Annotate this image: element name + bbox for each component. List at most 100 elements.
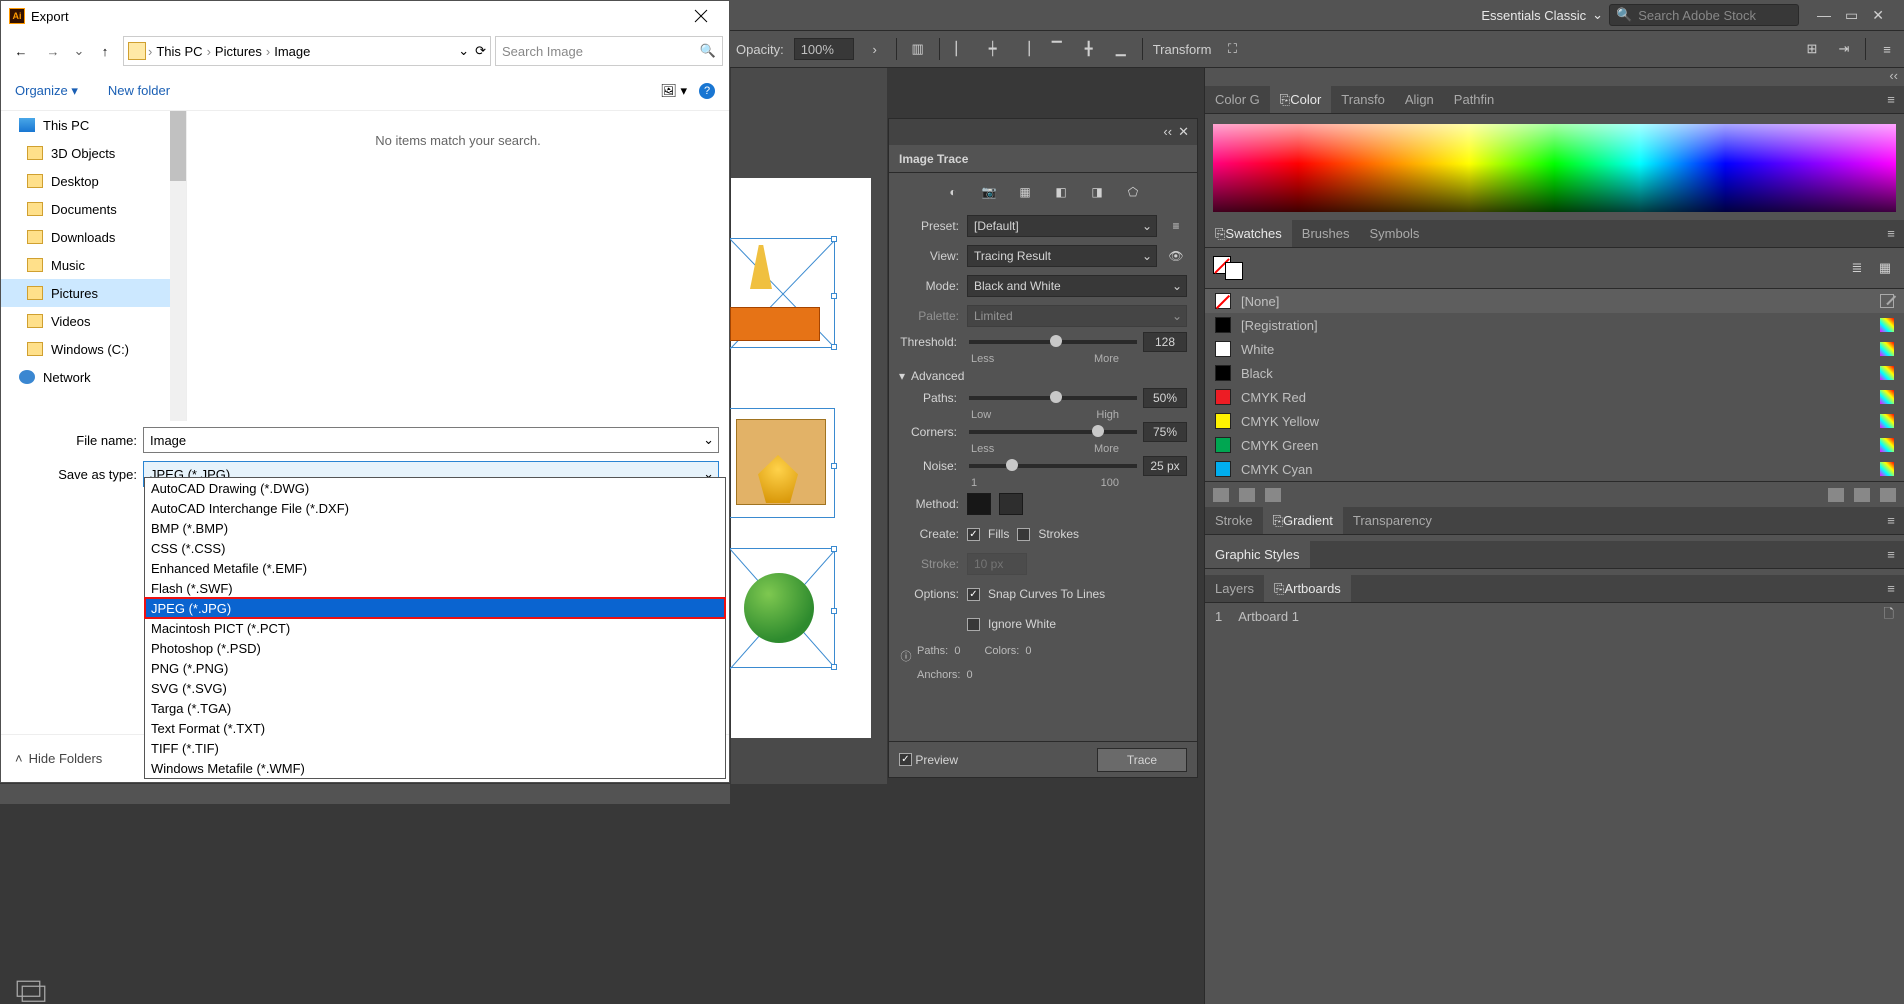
low-color-icon[interactable]: ▦ bbox=[1014, 181, 1036, 203]
swatch-white[interactable]: White bbox=[1205, 337, 1904, 361]
panel-menu-icon[interactable]: ≡ bbox=[1876, 38, 1898, 60]
method-abutting[interactable] bbox=[967, 493, 991, 515]
align-hcenter-icon[interactable]: ┿ bbox=[982, 38, 1004, 60]
filetype-option[interactable]: Windows Metafile (*.WMF) bbox=[145, 758, 725, 778]
tab-layers[interactable]: Layers bbox=[1205, 575, 1264, 602]
chevron-down-icon[interactable]: ⌄ bbox=[458, 43, 469, 59]
back-button[interactable]: ← bbox=[7, 37, 35, 65]
view-mode-icon[interactable]: 🖼 ▾ bbox=[660, 83, 687, 99]
isolate-icon[interactable]: ⛶ bbox=[1221, 38, 1243, 60]
align-right-icon[interactable]: ▕ bbox=[1014, 38, 1036, 60]
collapse-icon[interactable]: ‹‹ bbox=[1163, 124, 1172, 140]
swatch-cmyk-yellow[interactable]: CMYK Yellow bbox=[1205, 409, 1904, 433]
close-icon[interactable]: ✕ bbox=[1178, 124, 1189, 140]
tree-item-pictures[interactable]: Pictures bbox=[1, 279, 186, 307]
stock-search-input[interactable]: 🔍 Search Adobe Stock bbox=[1609, 4, 1799, 26]
swatch--registration-[interactable]: [Registration] bbox=[1205, 313, 1904, 337]
panel-menu-icon[interactable]: ≡ bbox=[1878, 507, 1904, 534]
filetype-option[interactable]: Photoshop (*.PSD) bbox=[145, 638, 725, 658]
color-spectrum[interactable] bbox=[1213, 124, 1896, 212]
filetype-option[interactable]: BMP (*.BMP) bbox=[145, 518, 725, 538]
preset-dropdown[interactable]: [Default]⌄ bbox=[967, 215, 1157, 237]
tree-item-desktop[interactable]: Desktop bbox=[1, 167, 186, 195]
noise-slider[interactable] bbox=[969, 464, 1137, 468]
tab-gradient[interactable]: ⎘ Gradient bbox=[1263, 507, 1343, 534]
method-overlapping[interactable] bbox=[999, 493, 1023, 515]
expand-icon[interactable]: ⇥ bbox=[1833, 38, 1855, 60]
panel-menu-icon[interactable]: ≡ bbox=[1878, 220, 1904, 247]
filetype-option[interactable]: Macintosh PICT (*.PCT) bbox=[145, 618, 725, 638]
corners-value[interactable]: 75% bbox=[1143, 422, 1187, 442]
swatch--none-[interactable]: [None] bbox=[1205, 289, 1904, 313]
tree-item-videos[interactable]: Videos bbox=[1, 307, 186, 335]
workspace-switcher[interactable]: Essentials Classic bbox=[1481, 8, 1586, 23]
tab-symbols[interactable]: Symbols bbox=[1359, 220, 1429, 247]
camera-icon[interactable]: 📷 bbox=[978, 181, 1000, 203]
tree-item-this-pc[interactable]: This PC bbox=[1, 111, 186, 139]
noise-value[interactable]: 25 px bbox=[1143, 456, 1187, 476]
align-vcenter-icon[interactable]: ╋ bbox=[1078, 38, 1100, 60]
filetype-option[interactable]: Targa (*.TGA) bbox=[145, 698, 725, 718]
list-view-icon[interactable]: ≣ bbox=[1846, 257, 1868, 279]
filetype-option[interactable]: AutoCAD Drawing (*.DWG) bbox=[145, 478, 725, 498]
panel-menu-icon[interactable]: ≡ bbox=[1878, 541, 1904, 568]
chevron-right-icon[interactable]: › bbox=[864, 38, 886, 60]
swatch-lib-icon[interactable] bbox=[1213, 488, 1229, 502]
threshold-slider[interactable] bbox=[969, 340, 1137, 344]
artboard-row[interactable]: 1 Artboard 1 🗋 bbox=[1205, 603, 1904, 629]
tab-pathfin[interactable]: Pathfin bbox=[1444, 86, 1504, 113]
maximize-icon[interactable]: ▭ bbox=[1845, 7, 1858, 24]
filetype-option[interactable]: Enhanced Metafile (*.EMF) bbox=[145, 558, 725, 578]
view-dropdown[interactable]: Tracing Result⌄ bbox=[967, 245, 1157, 267]
new-swatch-icon[interactable] bbox=[1854, 488, 1870, 502]
grid-view-icon[interactable]: ▦ bbox=[1874, 257, 1896, 279]
filetype-option[interactable]: PNG (*.PNG) bbox=[145, 658, 725, 678]
preset-menu-icon[interactable]: ≡ bbox=[1165, 215, 1187, 237]
artboard-options-icon[interactable]: 🗋 bbox=[1884, 605, 1894, 627]
outline-icon[interactable]: ⬠ bbox=[1122, 181, 1144, 203]
filetype-option[interactable]: Flash (*.SWF) bbox=[145, 578, 725, 598]
align-bottom-icon[interactable]: ▁ bbox=[1110, 38, 1132, 60]
paths-value[interactable]: 50% bbox=[1143, 388, 1187, 408]
advanced-toggle[interactable]: ▾Advanced bbox=[889, 365, 1197, 387]
refresh-icon[interactable]: ⟳ bbox=[475, 43, 486, 59]
new-folder-button[interactable]: New folder bbox=[108, 83, 170, 98]
minimize-icon[interactable]: — bbox=[1817, 7, 1831, 24]
fills-checkbox[interactable] bbox=[967, 528, 980, 541]
swatch-cmyk-cyan[interactable]: CMYK Cyan bbox=[1205, 457, 1904, 481]
panel-menu-icon[interactable]: ≡ bbox=[1878, 86, 1904, 113]
help-icon[interactable]: ? bbox=[699, 83, 715, 99]
tab-swatches[interactable]: ⎘ Swatches bbox=[1205, 220, 1292, 247]
swatch-cmyk-green[interactable]: CMYK Green bbox=[1205, 433, 1904, 457]
tab-artboards[interactable]: ⎘ Artboards bbox=[1264, 575, 1351, 602]
filetype-option[interactable]: JPEG (*.JPG) bbox=[145, 598, 725, 618]
filetype-option[interactable]: SVG (*.SVG) bbox=[145, 678, 725, 698]
transform-link[interactable]: Transform bbox=[1153, 42, 1212, 57]
tab-align[interactable]: Align bbox=[1395, 86, 1444, 113]
threshold-value[interactable]: 128 bbox=[1143, 332, 1187, 352]
tab-stroke[interactable]: Stroke bbox=[1205, 507, 1263, 534]
tree-item-windows-c-[interactable]: Windows (C:) bbox=[1, 335, 186, 363]
collapse-icon[interactable]: ‹‹ bbox=[1889, 68, 1898, 86]
snap-checkbox[interactable] bbox=[967, 588, 980, 601]
filetype-option[interactable]: Text Format (*.TXT) bbox=[145, 718, 725, 738]
align-left-icon[interactable]: ▏ bbox=[950, 38, 972, 60]
tab-color-g[interactable]: Color G bbox=[1205, 86, 1270, 113]
file-name-input[interactable]: Image⌄ bbox=[143, 427, 719, 453]
swatch-cmyk-red[interactable]: CMYK Red bbox=[1205, 385, 1904, 409]
canvas-area[interactable] bbox=[731, 68, 887, 784]
strokes-checkbox[interactable] bbox=[1017, 528, 1030, 541]
bw-icon[interactable]: ◨ bbox=[1086, 181, 1108, 203]
stroke-swatch2[interactable] bbox=[1225, 262, 1243, 280]
panel-menu-icon[interactable]: ≡ bbox=[1878, 575, 1904, 602]
image-trace-tab[interactable]: Image Trace bbox=[889, 145, 1197, 173]
filetype-option[interactable]: TIFF (*.TIF) bbox=[145, 738, 725, 758]
close-icon[interactable]: ✕ bbox=[1872, 7, 1884, 24]
trace-button[interactable]: Trace bbox=[1097, 748, 1187, 772]
tree-item-network[interactable]: Network bbox=[1, 363, 186, 391]
swatch-black[interactable]: Black bbox=[1205, 361, 1904, 385]
tree-item-downloads[interactable]: Downloads bbox=[1, 223, 186, 251]
align-top-icon[interactable]: ▔ bbox=[1046, 38, 1068, 60]
organize-menu[interactable]: Organize ▾ bbox=[15, 83, 78, 99]
up-button[interactable]: ↑ bbox=[91, 37, 119, 65]
